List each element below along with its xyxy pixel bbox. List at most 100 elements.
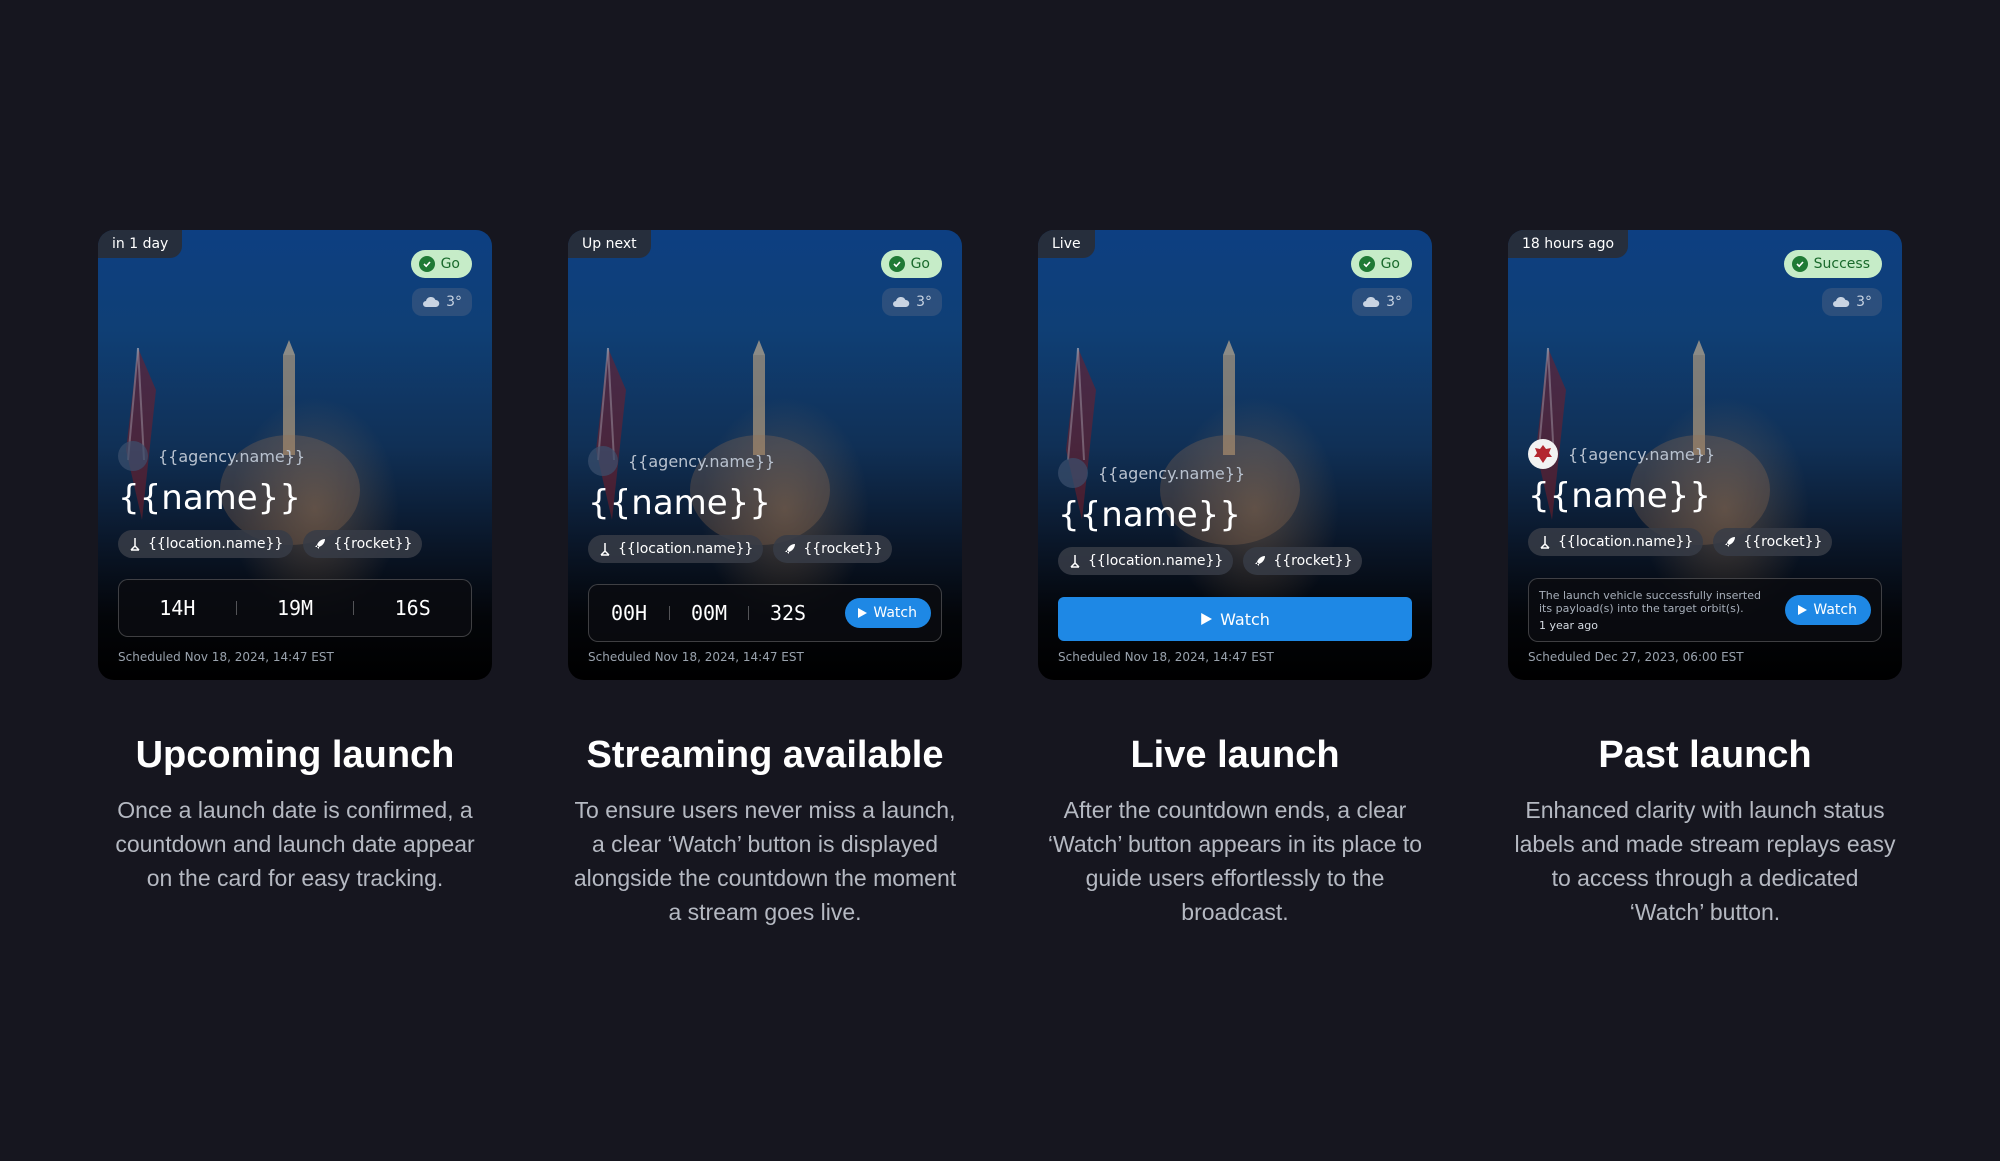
rocket-icon — [315, 539, 326, 549]
cloud-icon — [893, 296, 910, 307]
temperature: 3° — [446, 294, 462, 310]
time-label: Up next — [568, 230, 651, 258]
time-label: Live — [1038, 230, 1095, 258]
launch-card-streaming[interactable]: Up next Go 3° {{agency.name}} {{name}} {… — [568, 230, 962, 680]
agency-name: {{agency.name}} — [628, 451, 776, 471]
launch-card-live[interactable]: Live Go 3° {{agency.name}} {{name}} {{lo… — [1038, 230, 1432, 680]
result-summary: The launch vehicle successfully inserted… — [1529, 589, 1785, 632]
launch-name: {{name}} — [1528, 476, 1711, 516]
agency-logo — [588, 446, 618, 476]
result-time: 1 year ago — [1539, 618, 1598, 632]
column-past: 18 hours ago Success 3° {{agency.name}} … — [1508, 230, 1902, 929]
watch-button[interactable]: Watch — [845, 598, 931, 628]
time-label: 18 hours ago — [1508, 230, 1629, 258]
section-heading: Past launch — [1598, 734, 1812, 776]
rocket-label: {{rocket}} — [333, 536, 413, 552]
check-circle-icon — [888, 256, 905, 272]
launch-card-upcoming[interactable]: in 1 day Go 3° {{agency.name}} {{name}} … — [98, 230, 492, 680]
location-label: {{location.name}} — [148, 536, 284, 552]
agency-logo — [1058, 458, 1088, 488]
watch-button[interactable]: Watch — [1785, 595, 1871, 625]
launchpad-icon — [130, 538, 140, 551]
rocket-chip[interactable]: {{rocket}} — [303, 530, 423, 558]
section-heading: Upcoming launch — [135, 734, 455, 776]
result-text: The launch vehicle successfully inserted… — [1539, 588, 1761, 615]
section-heading: Live launch — [1130, 734, 1340, 776]
agency[interactable]: {{agency.name}} — [118, 441, 305, 471]
agency[interactable]: {{agency.name}} — [1058, 458, 1245, 488]
watch-label: Watch — [1813, 602, 1857, 618]
launch-chips: {{location.name}} {{rocket}} — [588, 535, 893, 563]
rocket-chip[interactable]: {{rocket}} — [773, 535, 893, 563]
check-circle-icon — [418, 256, 435, 272]
rocket-chip[interactable]: {{rocket}} — [1243, 547, 1363, 575]
cloud-icon — [1363, 296, 1380, 307]
rocket-icon — [1725, 537, 1736, 547]
check-circle-icon — [1791, 256, 1808, 272]
section-description: To ensure users never miss a launch, a c… — [573, 797, 957, 925]
agency[interactable]: {{agency.name}} — [588, 446, 775, 476]
launch-chips: {{location.name}} {{rocket}} — [1528, 528, 1833, 556]
watch-label: Watch — [1220, 609, 1270, 629]
weather-badge: 3° — [1352, 288, 1412, 316]
location-label: {{location.name}} — [618, 541, 754, 557]
play-icon — [1201, 613, 1213, 625]
play-icon — [858, 608, 868, 618]
column-upcoming: in 1 day Go 3° {{agency.name}} {{name}} … — [98, 230, 492, 895]
watch-label: Watch — [873, 605, 917, 621]
status-badge: Go — [410, 250, 472, 278]
countdown-hours: 14H — [159, 596, 196, 620]
status-label: Go — [1380, 256, 1400, 272]
rocket-icon — [785, 544, 796, 554]
launch-chips: {{location.name}} {{rocket}} — [1058, 547, 1363, 575]
cloud-icon — [423, 296, 440, 307]
section-heading: Streaming available — [586, 734, 944, 776]
temperature: 3° — [1386, 294, 1402, 310]
temperature: 3° — [1856, 294, 1872, 310]
weather-badge: 3° — [1822, 288, 1882, 316]
result-panel: The launch vehicle successfully inserted… — [1528, 578, 1882, 642]
check-circle-icon — [1358, 256, 1375, 272]
location-chip[interactable]: {{location.name}} — [1528, 528, 1704, 556]
location-chip[interactable]: {{location.name}} — [588, 535, 764, 563]
status-badge: Go — [1350, 250, 1412, 278]
rocket-chip[interactable]: {{rocket}} — [1713, 528, 1833, 556]
agency-emblem-icon — [1528, 439, 1558, 469]
agency-logo — [118, 441, 148, 471]
countdown-hours: 00H — [610, 601, 648, 625]
agency-name: {{agency.name}} — [158, 446, 306, 466]
column-live: Live Go 3° {{agency.name}} {{name}} {{lo… — [1038, 230, 1432, 929]
launchpad-icon — [1540, 536, 1550, 549]
section-description: Once a launch date is confirmed, a count… — [115, 797, 475, 891]
status-label: Go — [440, 256, 460, 272]
weather-badge: 3° — [882, 288, 942, 316]
location-chip[interactable]: {{location.name}} — [118, 530, 294, 558]
agency-name: {{agency.name}} — [1568, 444, 1716, 464]
launch-card-past[interactable]: 18 hours ago Success 3° {{agency.name}} … — [1508, 230, 1902, 680]
location-chip[interactable]: {{location.name}} — [1058, 547, 1234, 575]
cloud-icon — [1833, 296, 1850, 307]
launch-cards-showcase: in 1 day Go 3° {{agency.name}} {{name}} … — [0, 0, 2000, 1161]
weather-badge: 3° — [412, 288, 472, 316]
launch-name: {{name}} — [588, 483, 771, 523]
status-label: Success — [1813, 256, 1870, 272]
rocket-label: {{rocket}} — [803, 541, 883, 557]
section-description: After the countdown ends, a clear ‘Watch… — [1047, 797, 1423, 925]
countdown-minutes: 00M — [690, 601, 728, 625]
agency-name: {{agency.name}} — [1098, 463, 1246, 483]
section-description: Enhanced clarity with launch status labe… — [1514, 797, 1896, 925]
status-badge: Success — [1783, 250, 1882, 278]
column-streaming: Up next Go 3° {{agency.name}} {{name}} {… — [568, 230, 962, 929]
launchpad-icon — [600, 543, 610, 556]
status-label: Go — [910, 256, 930, 272]
watch-button[interactable]: Watch — [1058, 597, 1412, 641]
countdown-seconds: 32S — [769, 601, 807, 625]
scheduled-date: Scheduled Nov 18, 2024, 14:47 EST — [588, 650, 804, 664]
countdown-seconds: 16S — [394, 596, 431, 620]
rocket-icon — [1255, 556, 1266, 566]
agency[interactable]: {{agency.name}} — [1528, 439, 1715, 469]
scheduled-date: Scheduled Nov 18, 2024, 14:47 EST — [118, 650, 334, 664]
rocket-label: {{rocket}} — [1743, 534, 1823, 550]
countdown-panel: 14H 19M 16S — [118, 579, 472, 637]
play-icon — [1798, 605, 1808, 615]
